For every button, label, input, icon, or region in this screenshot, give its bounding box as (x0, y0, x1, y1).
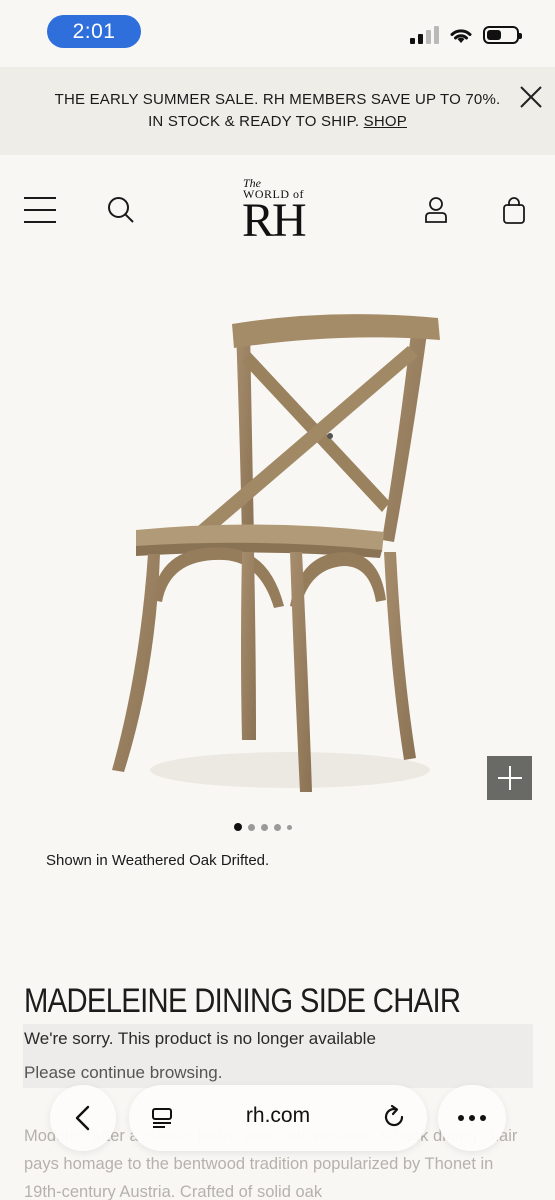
carousel-dot[interactable] (287, 824, 292, 830)
wifi-icon (450, 29, 472, 43)
account-icon[interactable] (424, 195, 448, 225)
carousel-dot[interactable] (261, 823, 268, 831)
carousel-dots[interactable] (234, 823, 292, 831)
image-caption: Shown in Weathered Oak Drifted. (46, 852, 270, 869)
promo-line-2: IN STOCK & READY TO SHIP. SHOP (148, 111, 407, 133)
promo-banner: THE EARLY SUMMER SALE. RH MEMBERS SAVE U… (0, 67, 555, 155)
back-button[interactable] (50, 1085, 116, 1151)
plus-icon (497, 766, 522, 790)
search-icon[interactable] (106, 195, 136, 225)
cellular-signal-icon (410, 26, 439, 44)
menu-icon[interactable] (24, 197, 56, 223)
continue-browsing-message: Please continue browsing. (24, 1063, 223, 1082)
logo-rh: RH (242, 194, 307, 247)
status-time: 2:01 (47, 15, 141, 48)
status-bar: 2:01 (0, 0, 555, 66)
product-title: MADELEINE DINING SIDE CHAIR (24, 982, 461, 1020)
site-header: The WORLD of RH (0, 155, 555, 265)
zoom-button[interactable] (487, 756, 532, 800)
carousel-dot[interactable] (248, 823, 255, 831)
promo-shop-link[interactable]: SHOP (364, 113, 407, 130)
status-icons (410, 26, 522, 44)
unavailable-message: We're sorry. This product is no longer a… (24, 1029, 376, 1048)
promo-line-2-text: IN STOCK & READY TO SHIP. (148, 113, 360, 130)
bag-icon[interactable] (502, 195, 526, 225)
product-image-chair[interactable] (100, 290, 460, 810)
promo-line-1: THE EARLY SUMMER SALE. RH MEMBERS SAVE U… (54, 91, 501, 108)
close-icon[interactable] (518, 84, 544, 110)
more-button[interactable] (438, 1085, 506, 1151)
more-icon (458, 1115, 464, 1121)
rh-logo[interactable]: The WORLD of RH (240, 177, 316, 247)
carousel-dot[interactable] (234, 823, 242, 831)
battery-icon (483, 26, 522, 44)
reload-icon[interactable] (381, 1104, 407, 1130)
chevron-left-icon (75, 1105, 90, 1131)
carousel-dot[interactable] (274, 823, 281, 831)
address-bar[interactable]: rh.com (129, 1085, 427, 1151)
